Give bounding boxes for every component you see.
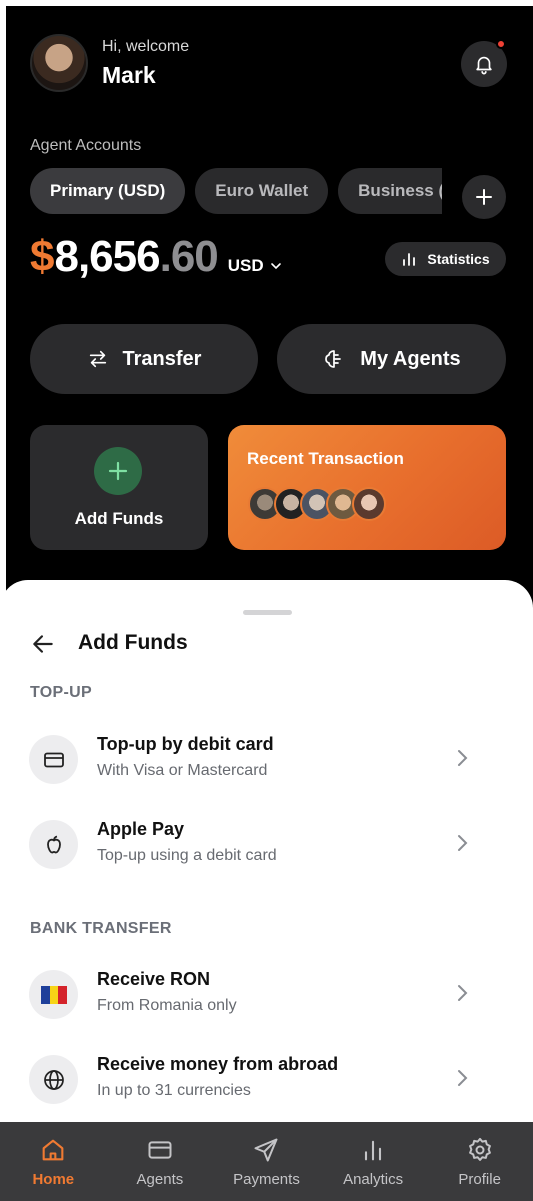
account-tab-business[interactable]: Business (F: [338, 168, 442, 214]
my-agents-button[interactable]: My Agents: [277, 324, 506, 394]
bottom-tab-bar: Home Agents Payments Analytics Profile: [0, 1122, 533, 1201]
chevron-right-icon: [458, 1070, 468, 1086]
tab-label: Profile: [458, 1171, 501, 1188]
send-icon: [254, 1138, 278, 1162]
plus-icon: [108, 461, 128, 481]
account-tab-primary[interactable]: Primary (USD): [30, 168, 186, 214]
add-account-button[interactable]: [462, 175, 506, 219]
contact-avatar: [352, 487, 386, 521]
option-title: Receive RON: [97, 969, 211, 989]
balance-decimal: .60: [159, 232, 219, 281]
home-icon: [42, 1139, 64, 1161]
option-debit-card[interactable]: Top-up by debit card With Visa or Master…: [0, 728, 533, 798]
group-label-topup: TOP-UP: [30, 684, 92, 701]
tab-label: Payments: [233, 1171, 300, 1188]
gear-icon: [468, 1137, 491, 1161]
arrow-left-icon: [33, 635, 53, 653]
apple-icon: [46, 835, 61, 853]
transfer-label: Transfer: [122, 347, 202, 370]
transfer-button[interactable]: Transfer: [30, 324, 258, 394]
back-button[interactable]: [30, 630, 58, 658]
balance-currency-sign: $: [30, 232, 55, 281]
option-icon-wrap: [29, 735, 78, 784]
sheet-title: Add Funds: [78, 631, 188, 654]
accounts-label: Agent Accounts: [30, 137, 142, 154]
card-icon: [148, 1141, 172, 1159]
tab-agents[interactable]: Agents: [107, 1122, 214, 1201]
globe-icon: [43, 1069, 64, 1090]
recent-transaction-card[interactable]: Recent Transaction: [228, 425, 506, 550]
greeting-text: Hi, welcome: [102, 38, 190, 55]
option-subtitle: From Romania only: [97, 997, 237, 1014]
statistics-button[interactable]: Statistics: [385, 242, 506, 276]
option-subtitle: With Visa or Mastercard: [97, 762, 268, 779]
add-funds-circle: [94, 447, 142, 495]
card-icon: [43, 752, 64, 767]
tab-payments[interactable]: Payments: [213, 1122, 320, 1201]
statistics-label: Statistics: [427, 251, 490, 267]
option-receive-ron[interactable]: Receive RON From Romania only: [0, 963, 533, 1033]
plus-icon: [476, 189, 492, 205]
brain-icon: [325, 350, 342, 368]
tab-home[interactable]: Home: [0, 1122, 107, 1201]
currency-code: USD: [227, 256, 264, 275]
group-label-bank-transfer: BANK TRANSFER: [30, 920, 172, 937]
recent-contacts-avatars: [248, 487, 386, 521]
option-subtitle: In up to 31 currencies: [97, 1082, 251, 1099]
option-title: Apple Pay: [97, 819, 185, 839]
tab-label: Analytics: [343, 1171, 404, 1188]
option-title: Receive money from abroad: [97, 1054, 339, 1074]
app-screen: Hi, welcome Mark Agent Accounts Primary …: [0, 0, 533, 1201]
recent-transaction-title: Recent Transaction: [247, 449, 404, 468]
balance-display: $ 8,656 .60 USD: [30, 232, 282, 282]
add-funds-card[interactable]: Add Funds: [30, 425, 208, 550]
user-avatar[interactable]: [30, 34, 88, 92]
balance-whole: 8,656: [54, 232, 160, 281]
option-title: Top-up by debit card: [97, 734, 274, 754]
chevron-right-icon: [458, 835, 468, 851]
account-tab-euro[interactable]: Euro Wallet: [195, 168, 329, 214]
option-icon-wrap: [29, 1055, 78, 1104]
tab-label: Agents: [136, 1171, 184, 1188]
tab-label: Home: [32, 1171, 75, 1188]
romania-flag-icon: [40, 985, 67, 1004]
option-icon-wrap: [29, 970, 78, 1019]
transfer-arrows-icon: [89, 350, 106, 368]
add-funds-sheet: Add Funds TOP-UP Top-up by debit card Wi…: [0, 580, 533, 1125]
chevron-right-icon: [458, 985, 468, 1001]
account-tabs: Primary (USD) Euro Wallet Business (F: [30, 168, 442, 214]
chevron-down-icon: [270, 263, 281, 270]
currency-selector[interactable]: USD: [228, 256, 282, 276]
option-apple-pay[interactable]: Apple Pay Top-up using a debit card: [0, 813, 533, 883]
bar-chart-icon: [403, 253, 416, 266]
chevron-right-icon: [458, 750, 468, 766]
tab-profile[interactable]: Profile: [426, 1122, 533, 1201]
bell-icon: [476, 56, 492, 75]
option-subtitle: Top-up using a debit card: [97, 847, 277, 864]
notification-badge: [496, 39, 506, 49]
tab-analytics[interactable]: Analytics: [320, 1122, 427, 1201]
bar-chart-icon: [365, 1140, 382, 1161]
option-receive-abroad[interactable]: Receive money from abroad In up to 31 cu…: [0, 1048, 533, 1118]
add-funds-label: Add Funds: [74, 509, 164, 528]
user-name: Mark: [102, 62, 156, 88]
my-agents-label: My Agents: [360, 347, 461, 370]
option-icon-wrap: [29, 820, 78, 869]
sheet-drag-handle[interactable]: [243, 610, 292, 615]
